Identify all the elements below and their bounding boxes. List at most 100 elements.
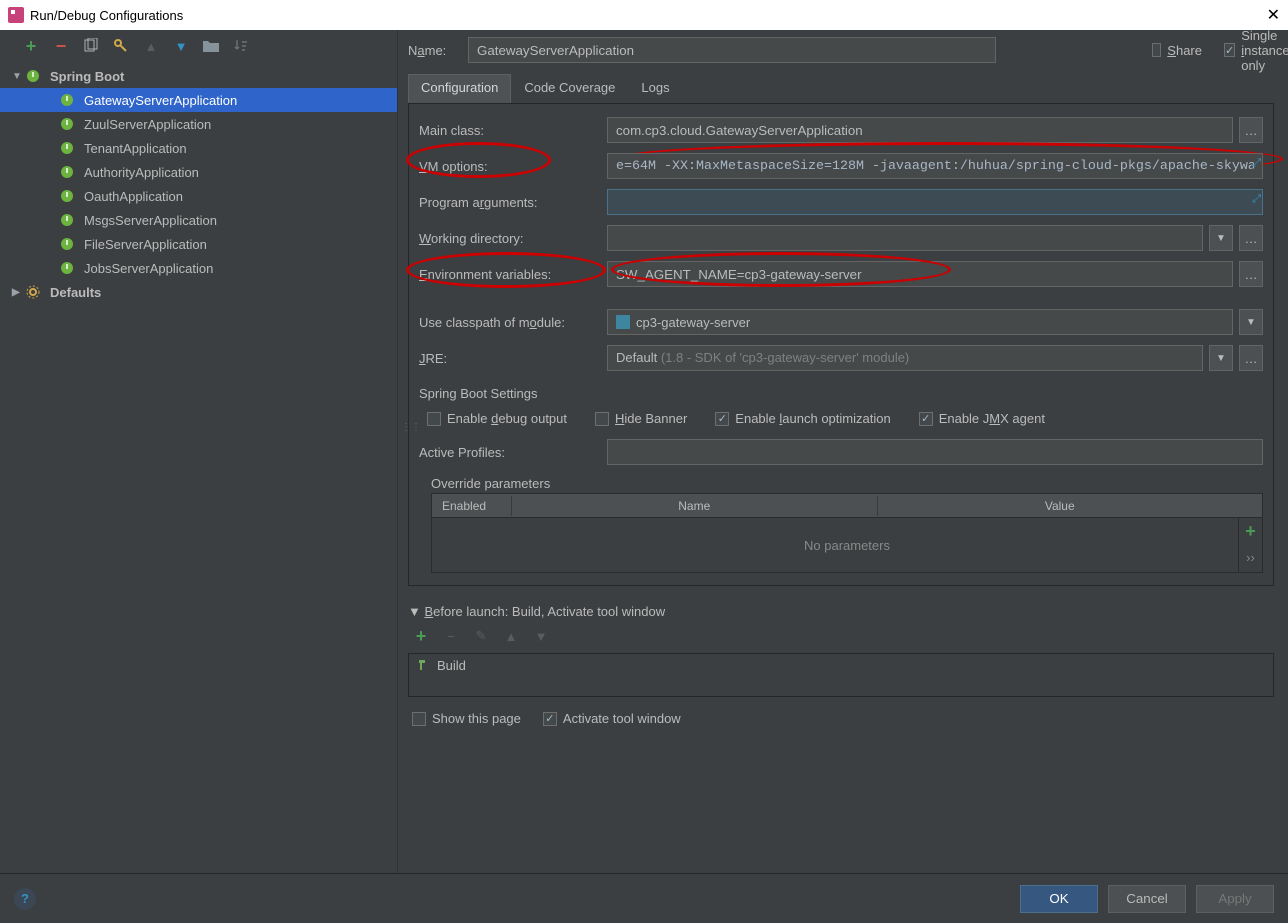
config-form: ⋮⋮ Main class: … VM options: ⤢ Program a… xyxy=(408,103,1274,586)
app-icon xyxy=(8,7,24,23)
spring-boot-icon xyxy=(60,188,78,204)
spring-boot-icon xyxy=(60,92,78,108)
tree-item[interactable]: FileServerApplication xyxy=(0,232,397,256)
tree-node-defaults[interactable]: ▶ Defaults xyxy=(0,280,397,304)
single-instance-checkbox[interactable]: ✓Single instance only xyxy=(1224,30,1274,73)
tree-item[interactable]: MsgsServerApplication xyxy=(0,208,397,232)
content-panel: Name: Share ✓Single instance only Config… xyxy=(398,30,1288,873)
ok-button[interactable]: OK xyxy=(1020,885,1098,913)
wrench-icon[interactable] xyxy=(112,37,130,55)
tree-item[interactable]: TenantApplication xyxy=(0,136,397,160)
working-dir-label: Working directory: xyxy=(419,231,599,246)
before-launch-item[interactable]: Build xyxy=(408,653,1274,697)
override-col-value[interactable]: Value xyxy=(878,496,1263,516)
hide-banner-checkbox[interactable]: Hide Banner xyxy=(595,411,687,426)
override-empty-text: No parameters xyxy=(432,518,1262,572)
spring-boot-icon xyxy=(60,116,78,132)
program-args-input[interactable] xyxy=(607,189,1263,215)
edit-icon[interactable]: ✎ xyxy=(472,627,490,645)
close-icon[interactable]: ✕ xyxy=(1267,5,1280,25)
active-profiles-label: Active Profiles: xyxy=(419,445,599,460)
active-profiles-input[interactable] xyxy=(607,439,1263,465)
spring-boot-icon xyxy=(60,260,78,276)
bottom-bar: ? OK Cancel Apply xyxy=(0,873,1288,923)
vm-options-label: VM options: xyxy=(419,159,599,174)
add-icon[interactable]: + xyxy=(22,37,40,55)
remove-icon[interactable]: − xyxy=(52,37,70,55)
override-params-label: Override parameters xyxy=(419,470,1263,493)
tab-logs[interactable]: Logs xyxy=(628,74,682,103)
help-icon[interactable]: ? xyxy=(14,888,36,910)
expand-arrow-icon[interactable]: ▶ xyxy=(12,287,26,298)
tree-item[interactable]: GatewayServerApplication xyxy=(0,88,397,112)
spring-boot-icon xyxy=(60,164,78,180)
dropdown-icon[interactable]: ▼ xyxy=(1209,225,1233,251)
hammer-icon xyxy=(417,658,431,675)
gear-icon xyxy=(26,284,44,300)
sort-icon[interactable] xyxy=(232,37,250,55)
cancel-button[interactable]: Cancel xyxy=(1108,885,1186,913)
expand-arrow-icon[interactable]: ▼ xyxy=(12,71,26,82)
classpath-module-select[interactable]: cp3-gateway-server xyxy=(607,309,1233,335)
browse-icon[interactable]: … xyxy=(1239,117,1263,143)
classpath-label: Use classpath of module: xyxy=(419,315,599,330)
add-icon[interactable]: + xyxy=(412,627,430,645)
show-page-checkbox[interactable]: Show this page xyxy=(412,711,521,726)
enable-jmx-checkbox[interactable]: ✓Enable JMX agent xyxy=(919,411,1045,426)
vm-options-input[interactable] xyxy=(607,153,1263,179)
name-input[interactable] xyxy=(468,37,996,63)
module-icon xyxy=(616,315,630,329)
override-col-enabled[interactable]: Enabled xyxy=(432,496,512,516)
add-icon[interactable]: + xyxy=(1242,522,1260,540)
working-dir-input[interactable] xyxy=(607,225,1203,251)
tree-item[interactable]: OauthApplication xyxy=(0,184,397,208)
spring-boot-icon xyxy=(60,236,78,252)
jre-label: JRE: xyxy=(419,351,599,366)
enable-debug-checkbox[interactable]: Enable debug output xyxy=(427,411,567,426)
tree-item[interactable]: ZuulServerApplication xyxy=(0,112,397,136)
sidebar: + − ▲ ▼ ▼ Spring Boot GatewayServerAppli… xyxy=(0,30,398,873)
env-vars-label: Environment variables: xyxy=(419,267,599,282)
browse-icon[interactable]: … xyxy=(1239,261,1263,287)
spring-boot-icon xyxy=(60,212,78,228)
tree-item[interactable]: AuthorityApplication xyxy=(0,160,397,184)
env-vars-input[interactable] xyxy=(607,261,1233,287)
dropdown-icon[interactable]: ▼ xyxy=(1239,309,1263,335)
before-launch-section: ▼ Before launch: Build, Activate tool wi… xyxy=(408,604,1274,697)
browse-icon[interactable]: … xyxy=(1239,225,1263,251)
enable-launch-checkbox[interactable]: ✓Enable launch optimization xyxy=(715,411,890,426)
up-icon[interactable]: ▲ xyxy=(142,37,160,55)
tab-configuration[interactable]: Configuration xyxy=(408,74,511,103)
sidebar-toolbar: + − ▲ ▼ xyxy=(0,30,397,62)
more-icon[interactable]: ›› xyxy=(1246,550,1255,565)
expand-icon[interactable]: ⤢ xyxy=(1252,157,1261,170)
folder-icon[interactable] xyxy=(202,37,220,55)
expand-icon[interactable]: ⤢ xyxy=(1252,193,1261,206)
browse-icon[interactable]: … xyxy=(1239,345,1263,371)
before-launch-toggle[interactable]: ▼ Before launch: Build, Activate tool wi… xyxy=(408,604,1274,619)
activate-tool-checkbox[interactable]: ✓Activate tool window xyxy=(543,711,681,726)
down-icon[interactable]: ▼ xyxy=(532,627,550,645)
override-col-name[interactable]: Name xyxy=(512,496,878,516)
main-class-label: Main class: xyxy=(419,123,599,138)
apply-button[interactable]: Apply xyxy=(1196,885,1274,913)
window-title: Run/Debug Configurations xyxy=(30,8,183,23)
share-checkbox[interactable]: Share xyxy=(1152,43,1202,58)
title-bar: Run/Debug Configurations ✕ xyxy=(0,0,1288,30)
grip-icon[interactable]: ⋮⋮ xyxy=(401,422,421,433)
main-class-input[interactable] xyxy=(607,117,1233,143)
program-args-label: Program arguments: xyxy=(419,195,599,210)
tree-node-spring-boot[interactable]: ▼ Spring Boot xyxy=(0,64,397,88)
tree-item[interactable]: JobsServerApplication xyxy=(0,256,397,280)
tab-code-coverage[interactable]: Code Coverage xyxy=(511,74,628,103)
name-label: Name: xyxy=(408,43,458,58)
remove-icon[interactable]: − xyxy=(442,627,460,645)
down-icon[interactable]: ▼ xyxy=(172,37,190,55)
copy-icon[interactable] xyxy=(82,37,100,55)
dropdown-icon[interactable]: ▼ xyxy=(1209,345,1233,371)
up-icon[interactable]: ▲ xyxy=(502,627,520,645)
tabs: Configuration Code Coverage Logs xyxy=(408,74,1274,104)
jre-select[interactable]: Default (1.8 - SDK of 'cp3-gateway-serve… xyxy=(607,345,1203,371)
override-params-table: Enabled Name Value No parameters + ›› xyxy=(431,493,1263,573)
spring-settings-label: Spring Boot Settings xyxy=(419,386,1263,401)
